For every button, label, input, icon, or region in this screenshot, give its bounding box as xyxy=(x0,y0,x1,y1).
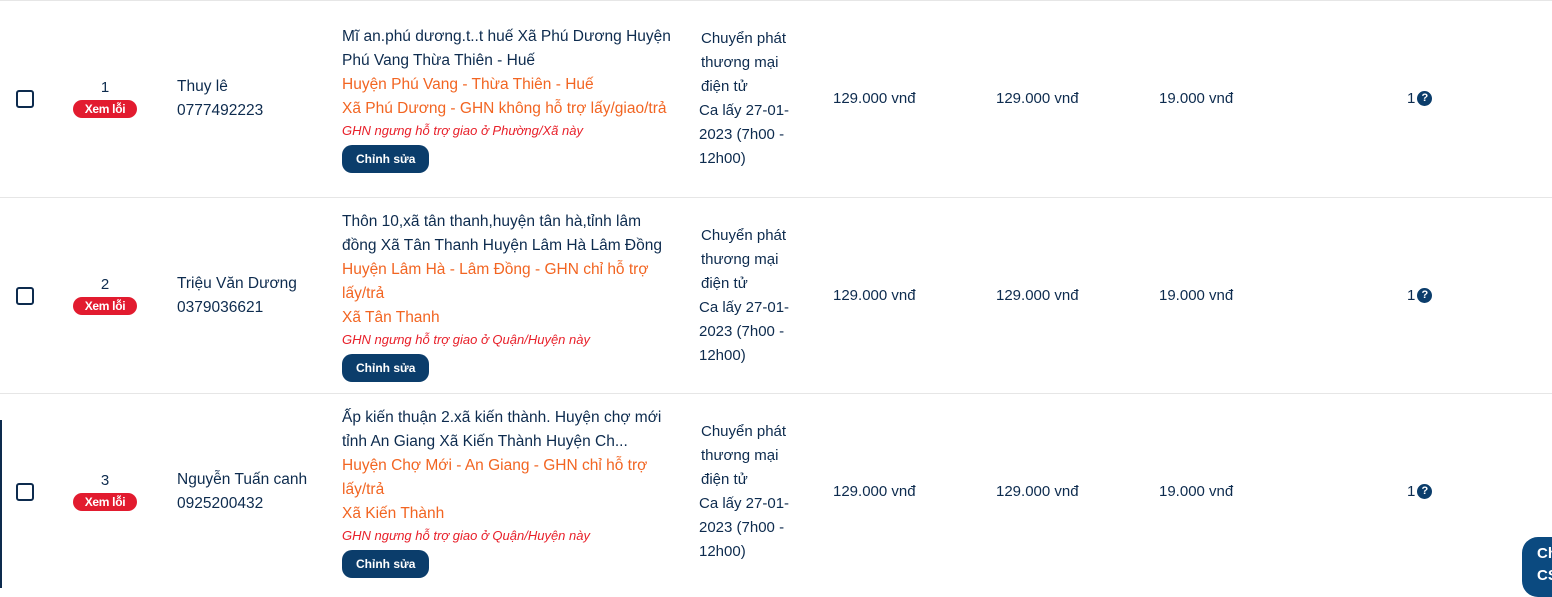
index-cell: 2 Xem lỗi xyxy=(70,198,140,393)
service-cell: Chuyển phát thương mại điện tử Ca lấy 27-… xyxy=(699,198,809,393)
question-icon[interactable]: ? xyxy=(1417,91,1433,106)
service-cell: Chuyển phát thương mại điện tử Ca lấy 27-… xyxy=(699,394,809,589)
warning-text: GHN ngưng hỗ trợ giao ở Quận/Huyện này xyxy=(342,527,590,543)
row-select[interactable] xyxy=(16,198,35,393)
index-cell: 3 Xem lỗi xyxy=(70,394,140,589)
district-note: Huyện Chợ Mới - An Giang - GHN chỉ hỗ tr… xyxy=(342,456,648,498)
row-index: 2 xyxy=(100,276,110,293)
table-row: 2 Xem lỗi Triệu Văn Dương 0379036621 Thôn … xyxy=(0,197,1552,393)
view-error-button[interactable]: Xem lỗi xyxy=(72,297,138,315)
edit-button[interactable]: Chỉnh sửa xyxy=(342,549,430,578)
warning-text: GHN ngưng hỗ trợ giao ở Quận/Huyện này xyxy=(342,331,590,347)
customer-name: Thuy lê xyxy=(177,77,228,95)
address-cell: Ấp kiến thuận 2.xã kiến thành. Huyện chợ… xyxy=(342,394,677,589)
order-value: 129.000 vnđ xyxy=(996,483,1079,500)
shipping-fee: 19.000 vnđ xyxy=(1159,90,1234,107)
customer-name: Triệu Văn Dương xyxy=(177,274,297,292)
customer-name: Nguyễn Tuấn canh xyxy=(177,470,308,488)
row-index: 1 xyxy=(100,79,110,96)
count-cell: 1? xyxy=(1407,198,1433,393)
pickup-slot: Ca lấy 27-01-2023 (7h00 - 12h00) xyxy=(699,298,790,364)
warning-text: GHN ngưng hỗ trợ giao ở Phường/Xã này xyxy=(342,122,583,138)
chat-label: Ch xyxy=(1537,545,1552,562)
customer-phone: 0777492223 xyxy=(177,101,264,119)
ward-note: Xã Kiến Thành xyxy=(342,504,445,522)
chat-cs-widget[interactable]: Ch CS xyxy=(1522,537,1552,597)
count-value: 1 xyxy=(1407,483,1416,500)
table-row: 3 Xem lỗi Nguyễn Tuấn canh 0925200432 Ấp k… xyxy=(0,393,1552,589)
count-cell: 1? xyxy=(1407,394,1433,589)
address-cell: Mĩ an.phú dương.t..t huế Xã Phú Dương Hu… xyxy=(342,1,677,196)
edit-button[interactable]: Chỉnh sửa xyxy=(342,144,430,173)
table-row: 1 Xem lỗi Thuy lê 0777492223 Mĩ an.phú dươ… xyxy=(0,0,1552,196)
cod-amount: 129.000 vnđ xyxy=(833,287,916,304)
order-value: 129.000 vnđ xyxy=(996,287,1079,304)
count-value: 1 xyxy=(1407,287,1416,304)
count-value: 1 xyxy=(1407,90,1416,107)
district-note: Huyện Lâm Hà - Lâm Đồng - GHN chỉ hỗ trợ… xyxy=(342,260,649,302)
index-cell: 1 Xem lỗi xyxy=(70,1,140,196)
district-note: Huyện Phú Vang - Thừa Thiên - Huế xyxy=(342,75,594,93)
ward-note: Xã Phú Dương - GHN không hỗ trợ lấy/giao… xyxy=(342,99,667,117)
chat-label: CS xyxy=(1537,567,1552,584)
customer-cell: Nguyễn Tuấn canh 0925200432 xyxy=(177,394,337,589)
count-cell: 1? xyxy=(1407,1,1433,196)
service-name: Chuyển phát thương mại điện tử xyxy=(701,226,787,292)
row-select[interactable] xyxy=(16,1,35,196)
customer-cell: Triệu Văn Dương 0379036621 xyxy=(177,198,337,393)
service-name: Chuyển phát thương mại điện tử xyxy=(701,422,787,488)
address-text: Mĩ an.phú dương.t..t huế Xã Phú Dương Hu… xyxy=(342,27,671,69)
checkbox[interactable] xyxy=(16,482,34,501)
customer-cell: Thuy lê 0777492223 xyxy=(177,1,337,196)
cod-amount: 129.000 vnđ xyxy=(833,483,916,500)
edit-button[interactable]: Chỉnh sửa xyxy=(342,353,430,382)
shipping-fee: 19.000 vnđ xyxy=(1159,483,1234,500)
service-name: Chuyển phát thương mại điện tử xyxy=(701,29,787,95)
service-cell: Chuyển phát thương mại điện tử Ca lấy 27-… xyxy=(699,1,809,196)
row-select[interactable] xyxy=(16,394,35,589)
sidebar-edge xyxy=(0,420,2,588)
view-error-button[interactable]: Xem lỗi xyxy=(72,493,138,511)
address-cell: Thôn 10,xã tân thanh,huyện tân hà,tỉnh l… xyxy=(342,198,677,393)
shipping-fee: 19.000 vnđ xyxy=(1159,287,1234,304)
pickup-slot: Ca lấy 27-01-2023 (7h00 - 12h00) xyxy=(699,494,790,560)
address-text: Ấp kiến thuận 2.xã kiến thành. Huyện chợ… xyxy=(342,408,662,450)
customer-phone: 0379036621 xyxy=(177,298,264,316)
order-value: 129.000 vnđ xyxy=(996,90,1079,107)
checkbox[interactable] xyxy=(16,89,34,108)
pickup-slot: Ca lấy 27-01-2023 (7h00 - 12h00) xyxy=(699,101,790,167)
question-icon[interactable]: ? xyxy=(1417,288,1433,303)
row-index: 3 xyxy=(100,472,110,489)
cod-amount: 129.000 vnđ xyxy=(833,90,916,107)
checkbox[interactable] xyxy=(16,286,34,305)
customer-phone: 0925200432 xyxy=(177,494,264,512)
ward-note: Xã Tân Thanh xyxy=(342,308,440,326)
address-text: Thôn 10,xã tân thanh,huyện tân hà,tỉnh l… xyxy=(342,212,662,254)
question-icon[interactable]: ? xyxy=(1417,484,1433,499)
view-error-button[interactable]: Xem lỗi xyxy=(72,100,138,118)
